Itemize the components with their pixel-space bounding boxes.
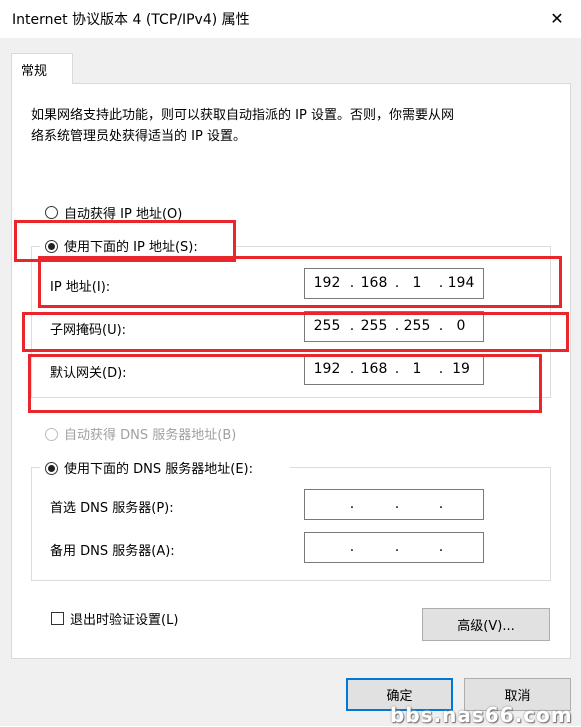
ok-button-label: 确定 — [386, 689, 413, 704]
radio-auto-ip[interactable] — [45, 206, 58, 219]
window-title: Internet 协议版本 4 (TCP/IPv4) 属性 — [12, 12, 250, 28]
cancel-button-label: 取消 — [504, 689, 531, 704]
octet-separator: . — [349, 496, 355, 512]
close-button[interactable]: ✕ — [540, 3, 574, 33]
close-icon: ✕ — [550, 8, 564, 28]
dns-group-box — [31, 467, 551, 581]
tab-general-label: 常规 — [21, 64, 48, 79]
tab-general[interactable]: 常规 — [11, 53, 73, 84]
advanced-button-label: 高级(V)... — [457, 619, 515, 634]
octet-separator: . — [394, 539, 400, 555]
watermark: bbs.nas66.com — [390, 703, 573, 727]
advanced-button[interactable]: 高级(V)... — [422, 608, 550, 641]
radio-auto-dns-label: 自动获得 DNS 服务器地址(B) — [64, 428, 237, 443]
preferred-dns-label: 首选 DNS 服务器(P): — [50, 501, 174, 516]
octet-separator: . — [349, 539, 355, 555]
alternate-dns-label: 备用 DNS 服务器(A): — [50, 544, 175, 559]
octet-separator: . — [394, 496, 400, 512]
validate-checkbox-label[interactable]: 退出时验证设置(L) — [70, 609, 178, 628]
highlight-box-subnet-mask — [22, 312, 569, 352]
radio-manual-dns-label[interactable]: 使用下面的 DNS 服务器地址(E): — [64, 458, 253, 477]
octet-separator: . — [438, 496, 444, 512]
title-bar: Internet 协议版本 4 (TCP/IPv4) 属性 ✕ — [0, 0, 581, 38]
validate-checkbox[interactable] — [51, 612, 64, 625]
alternate-dns-field[interactable]: . . . — [304, 532, 484, 563]
highlight-box-ip-address — [38, 256, 562, 308]
highlight-box-gateway — [28, 354, 542, 413]
description-line-2: 络系统管理员处获得适当的 IP 设置。 — [31, 129, 246, 144]
octet-separator: . — [438, 539, 444, 555]
radio-auto-dns — [45, 428, 58, 441]
preferred-dns-field[interactable]: . . . — [304, 489, 484, 520]
radio-manual-dns[interactable] — [45, 462, 58, 475]
description-line-1: 如果网络支持此功能，则可以获取自动指派的 IP 设置。否则，你需要从网 — [31, 108, 454, 123]
